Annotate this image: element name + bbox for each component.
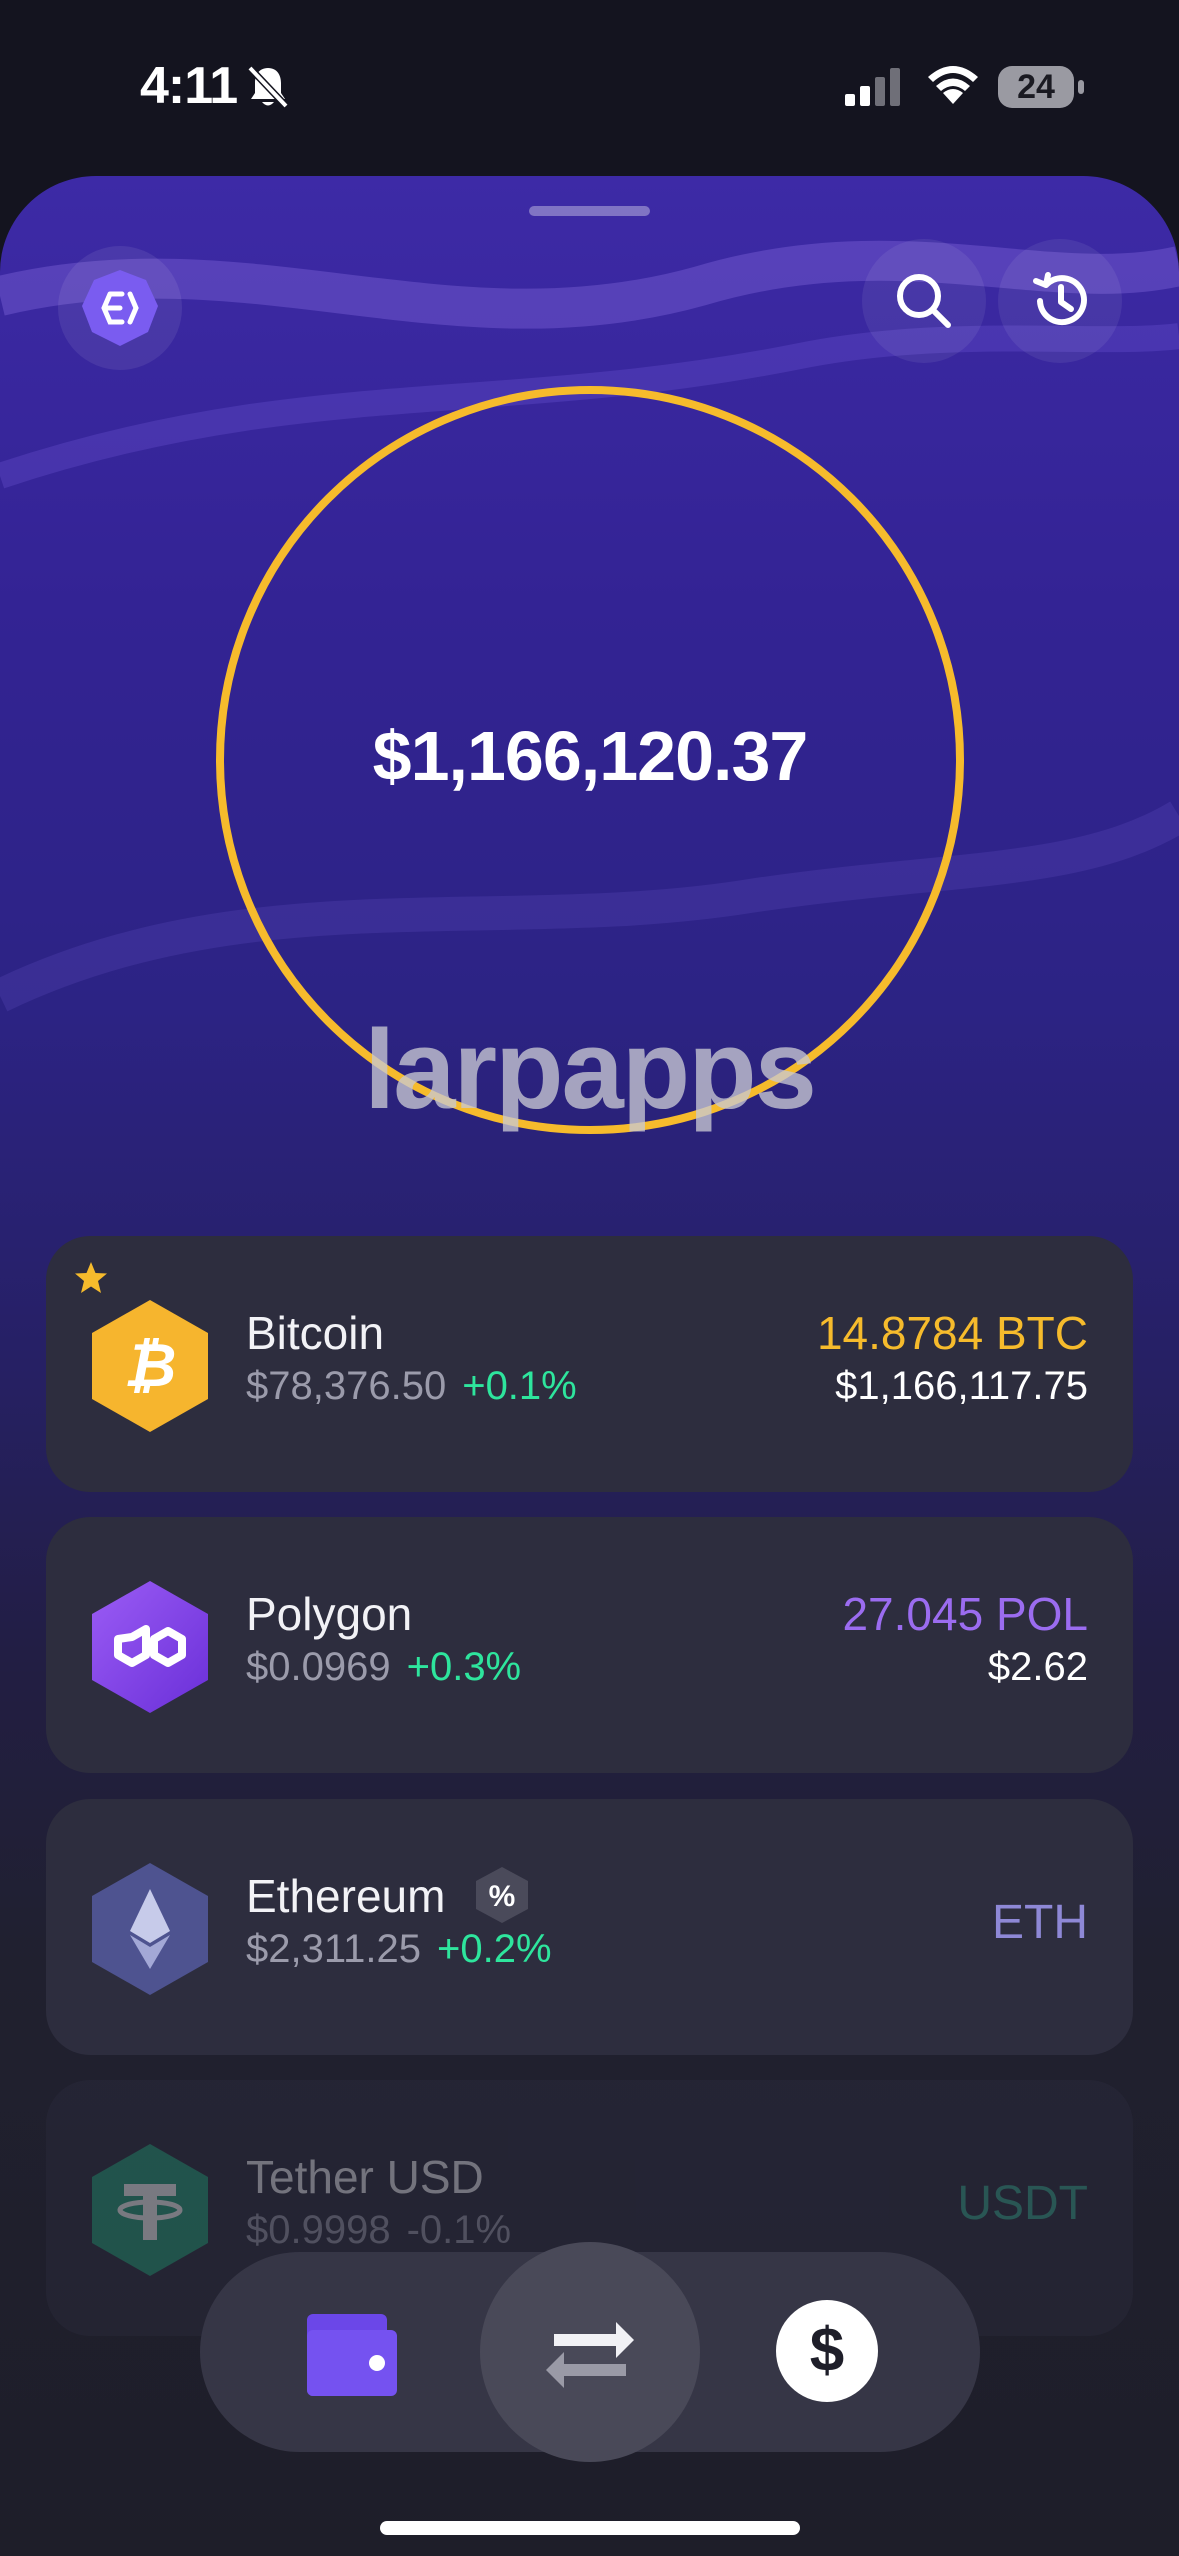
battery-icon: 24	[998, 66, 1074, 108]
sheet-grabber[interactable]	[529, 206, 650, 216]
wallet-icon[interactable]	[305, 2304, 401, 2400]
status-bar: 4:11 24	[0, 0, 1179, 175]
asset-fiat-value: $2.62	[987, 1645, 1088, 1689]
battery-tip	[1078, 80, 1084, 94]
search-button[interactable]	[862, 239, 986, 363]
swap-arrows-icon	[546, 2322, 634, 2388]
ethereum-icon	[92, 1863, 208, 1995]
favorite-star-icon	[75, 1262, 107, 1293]
asset-name: Bitcoin	[246, 1307, 385, 1359]
asset-ticker: USDT	[957, 2177, 1088, 2230]
history-icon	[1033, 272, 1087, 326]
asset-change: +0.3%	[406, 1645, 522, 1689]
dollar-icon: $	[809, 2316, 845, 2385]
asset-change: +0.1%	[462, 1364, 577, 1408]
status-time: 4:11	[140, 57, 238, 115]
asset-name: Ethereum	[246, 1870, 446, 1922]
asset-price: $0.0969 +0.3%	[246, 1645, 522, 1689]
total-balance: $1,166,120.37	[372, 717, 809, 795]
swap-button[interactable]	[480, 2242, 700, 2462]
asset-row-polygon[interactable]: Polygon $0.0969 +0.3% 27.045 POL $2.62	[46, 1517, 1133, 1773]
staking-badge-icon: %	[476, 1867, 528, 1923]
svg-text:₿: ₿	[124, 1332, 177, 1399]
asset-price: $78,376.50 +0.1%	[246, 1364, 577, 1408]
battery-level: 24	[1017, 68, 1055, 106]
asset-fiat-value: $1,166,117.75	[835, 1364, 1088, 1408]
buy-sell-button[interactable]: $	[776, 2300, 878, 2402]
polygon-icon	[92, 1581, 208, 1713]
exodus-logo-icon	[82, 270, 158, 346]
history-button[interactable]	[998, 239, 1122, 363]
svg-text:%: %	[489, 1880, 516, 1913]
asset-amount: 14.8784 BTC	[816, 1307, 1088, 1359]
cellular-signal-icon	[845, 68, 900, 106]
asset-price: $0.9998 -0.1%	[246, 2208, 512, 2252]
watermark-text: larpapps	[364, 1007, 817, 1132]
app-logo-button[interactable]	[58, 246, 182, 370]
home-indicator[interactable]	[380, 2521, 800, 2535]
asset-row-ethereum[interactable]: Ethereum % $2,311.25 +0.2% ETH	[46, 1799, 1133, 2055]
bottom-nav-bar: $	[200, 2242, 980, 2462]
asset-change: +0.2%	[436, 1927, 552, 1971]
asset-row-bitcoin[interactable]: ₿ Bitcoin $78,376.50 +0.1% 14.8784 BTC $1…	[46, 1236, 1133, 1492]
asset-change: -0.1%	[406, 2208, 512, 2252]
asset-amount: 27.045 POL	[842, 1588, 1088, 1640]
search-icon	[897, 274, 951, 328]
asset-name: Tether USD	[246, 2151, 484, 2203]
bell-off-icon	[247, 65, 289, 109]
wifi-icon	[928, 66, 978, 104]
tether-icon	[92, 2144, 208, 2276]
asset-ticker: ETH	[992, 1896, 1088, 1949]
asset-price: $2,311.25 +0.2%	[246, 1927, 552, 1971]
bitcoin-icon: ₿	[92, 1300, 208, 1432]
asset-name: Polygon	[246, 1588, 413, 1640]
